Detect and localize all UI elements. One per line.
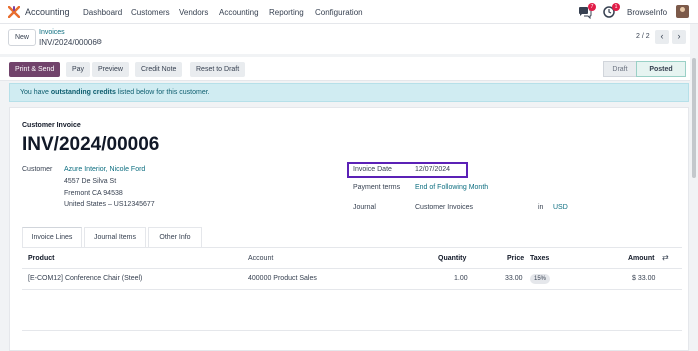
col-account[interactable]: Account xyxy=(248,255,273,262)
top-navbar: Accounting Dashboard Customers Vendors A… xyxy=(0,0,698,24)
pager-value[interactable]: 2 / 2 xyxy=(636,33,650,40)
pay-button[interactable]: Pay xyxy=(66,62,91,77)
invoice-number: INV/2024/00006 xyxy=(22,134,160,155)
line-price[interactable]: 33.00 xyxy=(505,275,523,282)
payment-terms-label: Payment terms xyxy=(353,184,401,191)
row-divider xyxy=(22,289,682,290)
journal-value[interactable]: Customer Invoices xyxy=(415,204,473,211)
col-amount[interactable]: Amount xyxy=(628,255,654,262)
scrollbar-thumb[interactable] xyxy=(692,58,696,178)
invoice-date-label: Invoice Date xyxy=(353,166,392,173)
tab-journal-items[interactable]: Journal Items xyxy=(84,227,146,247)
in-label: in xyxy=(538,204,544,211)
optional-columns-icon[interactable]: ⇄ xyxy=(662,253,669,262)
alert-bold: outstanding credits xyxy=(50,89,116,96)
customer-label: Customer xyxy=(22,166,53,173)
col-quantity[interactable]: Quantity xyxy=(438,255,466,262)
activity-clock-icon[interactable]: 1 xyxy=(602,3,620,18)
breadcrumb-invoices[interactable]: Invoices xyxy=(39,29,65,36)
status-posted: Posted xyxy=(636,61,686,77)
table-footer-divider xyxy=(22,330,682,331)
address-line-2: Fremont CA 94538 xyxy=(64,190,123,197)
line-account[interactable]: 400000 Product Sales xyxy=(248,275,317,282)
alert-prefix: You have xyxy=(20,89,51,96)
address-line-3: United States – US12345677 xyxy=(64,201,155,208)
line-tax-badge[interactable]: 15% xyxy=(530,274,551,284)
status-draft[interactable]: Draft xyxy=(603,61,637,77)
tab-divider xyxy=(22,247,682,248)
credit-note-button[interactable]: Credit Note xyxy=(135,62,183,77)
control-panel: New Invoices INV/2024/00006 ⚙ 2 / 2 ‹ › xyxy=(0,24,690,54)
pager-next-icon[interactable]: › xyxy=(672,30,686,44)
header-divider xyxy=(22,268,682,269)
line-product[interactable]: [E-COM12] Conference Chair (Steel) xyxy=(28,275,142,282)
action-bar: Print & Send Pay Preview Credit Note Res… xyxy=(0,57,690,81)
menu-configuration[interactable]: Configuration xyxy=(315,8,363,17)
invoice-date-value[interactable]: 12/07/2024 xyxy=(415,166,450,173)
menu-accounting[interactable]: Accounting xyxy=(219,8,259,17)
accounting-app-icon[interactable] xyxy=(8,6,20,18)
menu-customers[interactable]: Customers xyxy=(131,8,170,17)
chat-badge: 7 xyxy=(588,3,596,11)
outstanding-credits-alert: You have outstanding credits listed belo… xyxy=(9,83,689,102)
line-quantity[interactable]: 1.00 xyxy=(454,275,468,282)
pager-previous-icon[interactable]: ‹ xyxy=(655,30,669,44)
document-type: Customer Invoice xyxy=(22,122,81,129)
activity-badge: 1 xyxy=(612,3,620,11)
print-send-button[interactable]: Print & Send xyxy=(9,62,61,77)
reset-to-draft-button[interactable]: Reset to Draft xyxy=(190,62,246,77)
menu-vendors[interactable]: Vendors xyxy=(179,8,208,17)
breadcrumb-current: INV/2024/00006 xyxy=(39,38,97,47)
tab-invoice-lines[interactable]: Invoice Lines xyxy=(22,227,82,247)
company-switcher[interactable]: BrowseInfo xyxy=(627,8,667,17)
menu-dashboard[interactable]: Dashboard xyxy=(83,8,122,17)
alert-suffix: listed below for this customer. xyxy=(115,89,210,96)
user-avatar[interactable] xyxy=(676,5,689,18)
customer-name[interactable]: Azure Interior, Nicole Ford xyxy=(64,166,145,173)
col-price[interactable]: Price xyxy=(507,255,524,262)
menu-reporting[interactable]: Reporting xyxy=(269,8,304,17)
line-amount: $ 33.00 xyxy=(632,275,656,282)
chat-icon[interactable]: 7 xyxy=(578,3,596,19)
tab-other-info[interactable]: Other Info xyxy=(148,227,202,247)
col-product[interactable]: Product xyxy=(28,255,54,262)
journal-label: Journal xyxy=(353,204,376,211)
payment-terms-value[interactable]: End of Following Month xyxy=(415,184,488,191)
app-name[interactable]: Accounting xyxy=(25,7,70,17)
currency-value[interactable]: USD xyxy=(553,204,568,211)
gear-icon[interactable]: ⚙ xyxy=(96,38,102,46)
address-line-1: 4557 De Silva St xyxy=(64,178,117,185)
preview-button[interactable]: Preview xyxy=(92,62,129,77)
col-taxes[interactable]: Taxes xyxy=(530,255,549,262)
new-button[interactable]: New xyxy=(8,29,36,46)
